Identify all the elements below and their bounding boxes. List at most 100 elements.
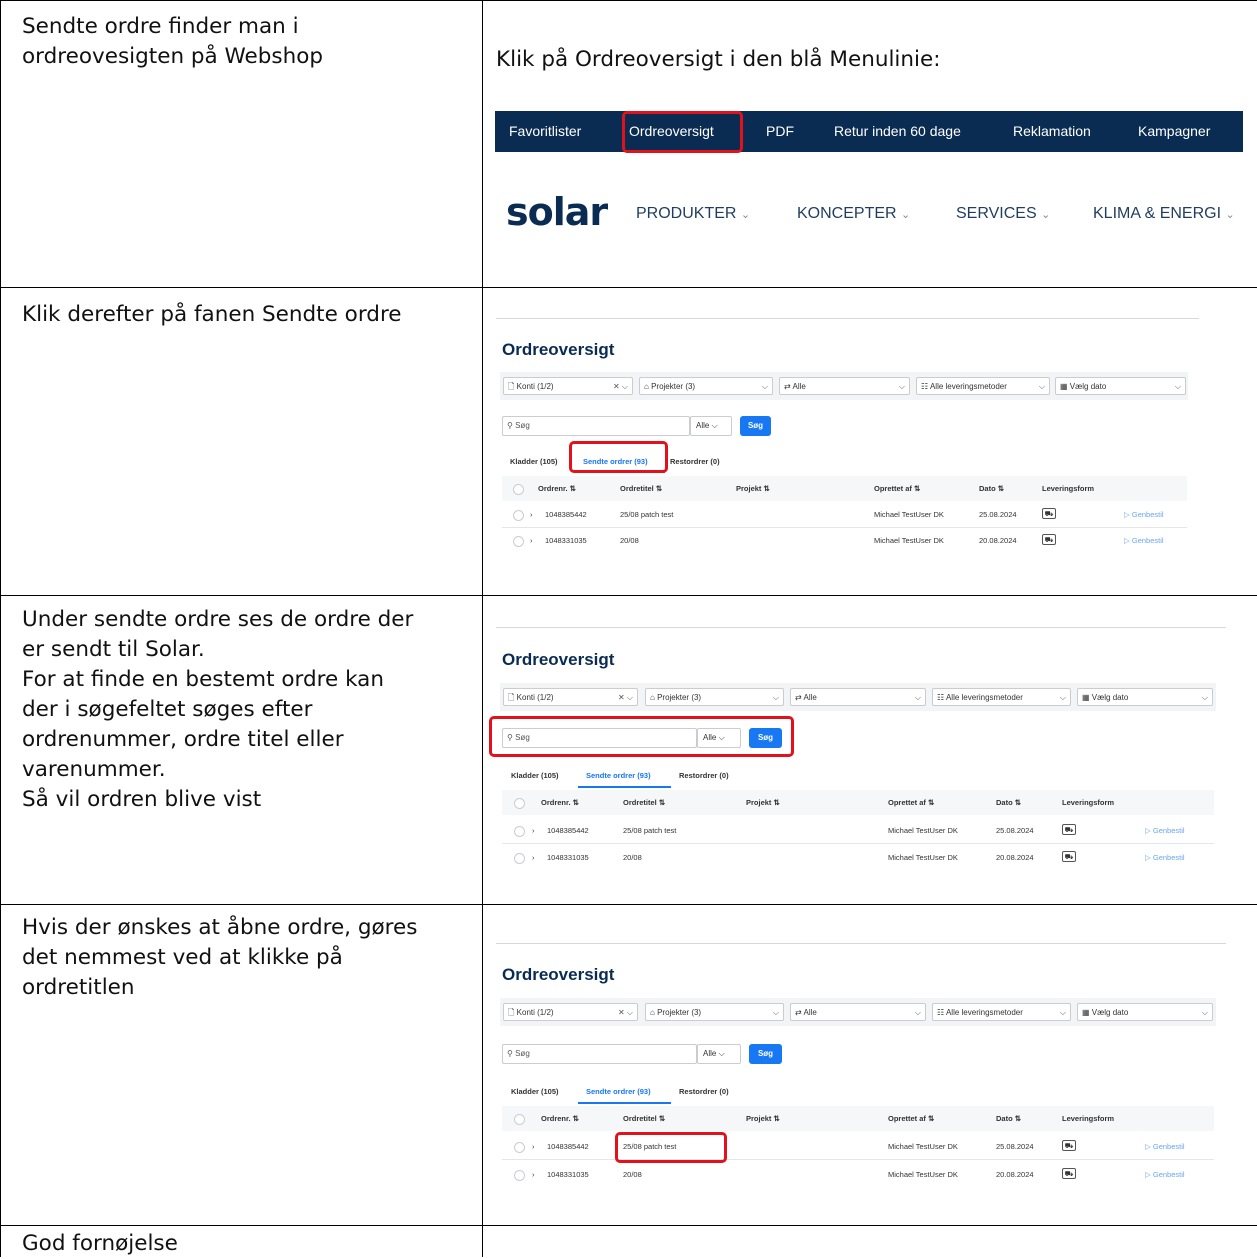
col-leveringsform: Leveringsform (1062, 798, 1115, 807)
order-title[interactable]: 25/08 patch test (623, 826, 676, 835)
dato-filter[interactable]: ▦ Vælg dato ⌵ (1077, 1003, 1213, 1021)
row-checkbox[interactable] (514, 853, 525, 864)
search-button[interactable]: Søg (740, 416, 771, 436)
nav-produkter[interactable]: PRODUKTER ⌄ (636, 205, 750, 223)
type-filter[interactable]: ⇄ Alle ⌵ (779, 377, 910, 395)
expand-chevron-icon[interactable]: › (532, 1170, 535, 1179)
menu-kampagner[interactable]: Kampagner (1138, 111, 1210, 152)
tab-sendte[interactable]: Sendte ordrer (93) (586, 771, 651, 780)
search-input[interactable]: ⚲ Søg (502, 416, 690, 436)
reorder-link[interactable]: ▷ Genbestil (1145, 1142, 1185, 1151)
dato-filter[interactable]: ▦ Vælg dato ⌵ (1077, 688, 1213, 706)
tab-restordrer[interactable]: Restordrer (0) (679, 771, 729, 780)
select-all-checkbox[interactable] (514, 1114, 525, 1125)
col-projekt[interactable]: Projekt ⇅ (746, 798, 780, 807)
levering-filter[interactable]: ☷ Alle leveringsmetoder ⌵ (932, 688, 1071, 706)
select-all-checkbox[interactable] (513, 484, 524, 495)
calendar-icon: ▦ (1082, 1008, 1090, 1017)
search-scope-select[interactable]: Alle ⌵ (697, 1044, 741, 1064)
border-left (0, 0, 1, 1257)
konti-filter[interactable]: 🗋 Konti (1/2) ✕ ⌵ (503, 688, 638, 706)
search-button[interactable]: Søg (749, 1044, 782, 1064)
col-ordretitel[interactable]: Ordretitel ⇅ (623, 798, 665, 807)
menu-reklamation[interactable]: Reklamation (1013, 111, 1091, 152)
border-h4 (0, 1225, 1257, 1226)
list-icon: ☷ (921, 382, 929, 391)
col-ordrenr[interactable]: Ordrenr. ⇅ (541, 1114, 579, 1123)
order-title[interactable]: 20/08 (623, 853, 642, 862)
dato-filter[interactable]: ▦ Vælg dato ⌵ (1055, 377, 1186, 395)
projekter-filter[interactable]: ⌂ Projekter (3) ⌵ (645, 688, 784, 706)
projekter-filter[interactable]: ⌂ Projekter (3) ⌵ (639, 377, 773, 395)
tab-kladder[interactable]: Kladder (105) (510, 457, 558, 466)
nav-services[interactable]: SERVICES ⌄ (956, 205, 1050, 223)
expand-chevron-icon[interactable]: › (532, 826, 535, 835)
row-checkbox[interactable] (513, 510, 524, 521)
row-checkbox[interactable] (513, 536, 524, 547)
konti-filter[interactable]: 🗋 Konti (1/2) ✕ ⌵ (503, 1003, 638, 1021)
col-ordrenr[interactable]: Ordrenr. ⇅ (541, 798, 579, 807)
tab-kladder[interactable]: Kladder (105) (511, 771, 559, 780)
tab-restordrer[interactable]: Restordrer (0) (670, 457, 720, 466)
search-icon: ⚲ (507, 1049, 513, 1058)
truck-icon: ⛟ (1042, 508, 1056, 519)
highlight-search-field (489, 716, 794, 757)
expand-chevron-icon[interactable]: › (530, 536, 533, 545)
row1-left-text: Sendte ordre finder man i ordreovesigten… (22, 14, 324, 69)
expand-chevron-icon[interactable]: › (532, 853, 535, 862)
search-scope-select[interactable]: Alle ⌵ (690, 416, 732, 436)
row-checkbox[interactable] (514, 1142, 525, 1153)
order-nr: 1048331035 (547, 1170, 589, 1179)
col-ordretitel[interactable]: Ordretitel ⇅ (623, 1114, 665, 1123)
chevron-down-icon: ⌵ (718, 1049, 725, 1058)
row-checkbox[interactable] (514, 1170, 525, 1181)
order-nr: 1048331035 (545, 536, 587, 545)
select-all-checkbox[interactable] (514, 798, 525, 809)
col-ordretitel[interactable]: Ordretitel ⇅ (620, 484, 662, 493)
type-filter[interactable]: ⇄ Alle ⌵ (790, 1003, 926, 1021)
solar-logo[interactable]: solar (506, 190, 608, 234)
menu-favoritlister[interactable]: Favoritlister (509, 111, 581, 152)
row2-left-text: Klik derefter på fanen Sendte ordre (22, 302, 402, 327)
menu-retur[interactable]: Retur inden 60 dage (834, 111, 961, 152)
levering-filter[interactable]: ☷ Alle leveringsmetoder ⌵ (916, 377, 1050, 395)
col-dato[interactable]: Dato ⇅ (996, 798, 1021, 807)
truck-icon: ⛟ (1062, 851, 1076, 862)
col-projekt[interactable]: Projekt ⇅ (746, 1114, 780, 1123)
expand-chevron-icon[interactable]: › (532, 1142, 535, 1151)
col-projekt[interactable]: Projekt ⇅ (736, 484, 770, 493)
konti-filter[interactable]: 🗋 Konti (1/2) ✕ ⌵ (503, 377, 633, 395)
tab-kladder[interactable]: Kladder (105) (511, 1087, 559, 1096)
order-title[interactable]: 20/08 (623, 1170, 642, 1179)
col-oprettet[interactable]: Oprettet af ⇅ (874, 484, 920, 493)
reorder-link[interactable]: ▷ Genbestil (1124, 510, 1164, 519)
tab-restordrer[interactable]: Restordrer (0) (679, 1087, 729, 1096)
type-filter[interactable]: ⇄ Alle ⌵ (790, 688, 926, 706)
order-by: Michael TestUser DK (874, 536, 944, 545)
col-dato[interactable]: Dato ⇅ (996, 1114, 1021, 1123)
swap-icon: ⇄ (795, 1008, 802, 1017)
levering-filter[interactable]: ☷ Alle leveringsmetoder ⌵ (932, 1003, 1071, 1021)
reorder-link[interactable]: ▷ Genbestil (1145, 826, 1185, 835)
order-title[interactable]: 20/08 (620, 536, 639, 545)
reorder-link[interactable]: ▷ Genbestil (1145, 853, 1185, 862)
chevron-down-icon: ⌵ (772, 693, 779, 702)
search-input[interactable]: ⚲ Søg (502, 1044, 697, 1064)
col-oprettet[interactable]: Oprettet af ⇅ (888, 1114, 934, 1123)
chevron-down-icon: ⌵ (761, 382, 768, 391)
col-oprettet[interactable]: Oprettet af ⇅ (888, 798, 934, 807)
page-title: Ordreoversigt (502, 965, 615, 984)
order-nr: 1048331035 (547, 853, 589, 862)
tab-sendte[interactable]: Sendte ordrer (93) (586, 1087, 651, 1096)
col-dato[interactable]: Dato ⇅ (979, 484, 1004, 493)
row-checkbox[interactable] (514, 826, 525, 837)
col-ordrenr[interactable]: Ordrenr. ⇅ (538, 484, 576, 493)
reorder-link[interactable]: ▷ Genbestil (1124, 536, 1164, 545)
projekter-filter[interactable]: ⌂ Projekter (3) ⌵ (645, 1003, 784, 1021)
expand-chevron-icon[interactable]: › (530, 510, 533, 519)
nav-klima[interactable]: KLIMA & ENERGI ⌄ (1093, 205, 1235, 223)
order-title[interactable]: 25/08 patch test (620, 510, 673, 519)
reorder-link[interactable]: ▷ Genbestil (1145, 1170, 1185, 1179)
nav-koncepter[interactable]: KONCEPTER ⌄ (797, 205, 910, 223)
menu-pdf[interactable]: PDF (766, 111, 794, 152)
